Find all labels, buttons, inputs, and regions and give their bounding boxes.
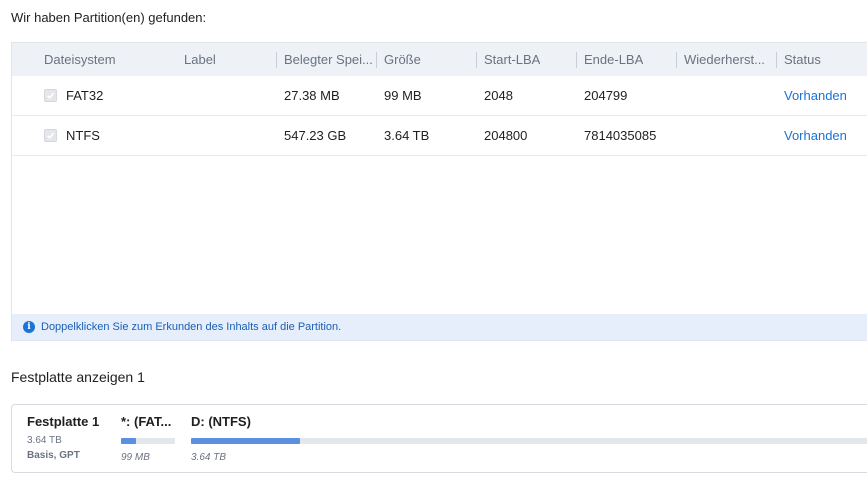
info-bar: i Doppelklicken Sie zum Erkunden des Inh…	[12, 314, 867, 340]
partition-size: 99 MB	[121, 452, 150, 463]
partition-usage-bar	[121, 438, 175, 444]
disk-name: Festplatte 1	[27, 414, 100, 429]
checkmark-icon	[46, 132, 55, 139]
info-text: Doppelklicken Sie zum Erkunden des Inhal…	[41, 321, 342, 333]
page-heading: Wir haben Partition(en) gefunden:	[11, 10, 207, 25]
column-header-label[interactable]: Label	[184, 43, 216, 76]
cell-size: 99 MB	[384, 88, 422, 103]
checkmark-icon	[46, 92, 55, 99]
cell-used-space: 27.38 MB	[284, 88, 340, 103]
column-header-size[interactable]: Größe	[384, 43, 421, 76]
column-separator[interactable]	[776, 52, 777, 68]
cell-start-lba: 2048	[484, 88, 513, 103]
partition-size: 3.64 TB	[191, 452, 227, 463]
row-checkbox[interactable]	[44, 129, 57, 142]
table-row[interactable]: NTFS 547.23 GB 3.64 TB 204800 7814035085…	[12, 116, 867, 156]
row-checkbox[interactable]	[44, 89, 57, 102]
cell-end-lba: 204799	[584, 88, 628, 103]
column-header-status[interactable]: Status	[784, 43, 821, 76]
column-header-used-space[interactable]: Belegter Spei...	[284, 43, 376, 76]
partition-usage-fill	[121, 438, 137, 444]
disk-size: 3.64 TB	[27, 435, 62, 446]
cell-end-lba: 7814035085	[584, 128, 657, 143]
info-icon: i	[23, 321, 35, 333]
table-row[interactable]: FAT32 27.38 MB 99 MB 2048 204799 Vorhand…	[12, 76, 867, 116]
cell-status: Vorhanden	[784, 128, 847, 143]
partition-label: *: (FAT...	[121, 414, 172, 429]
column-separator[interactable]	[676, 52, 677, 68]
column-separator[interactable]	[376, 52, 377, 68]
partition-usage-bar	[191, 438, 867, 444]
cell-filesystem: FAT32	[66, 88, 104, 103]
disk-map: Festplatte 1 3.64 TB Basis, GPT *: (FAT.…	[11, 404, 867, 473]
column-header-recovery[interactable]: Wiederherst...	[684, 43, 776, 76]
partition-table: Dateisystem Label Belegter Spei... Größe…	[11, 42, 867, 341]
column-separator[interactable]	[276, 52, 277, 68]
disk-section-title: Festplatte anzeigen 1	[11, 369, 145, 385]
cell-start-lba: 204800	[484, 128, 528, 143]
column-separator[interactable]	[576, 52, 577, 68]
column-header-start-lba[interactable]: Start-LBA	[484, 43, 540, 76]
partition-label: D: (NTFS)	[191, 414, 251, 429]
cell-used-space: 547.23 GB	[284, 128, 347, 143]
partition-usage-fill	[191, 438, 300, 444]
column-separator[interactable]	[476, 52, 477, 68]
disk-type: Basis, GPT	[27, 450, 80, 461]
cell-size: 3.64 TB	[384, 128, 430, 143]
cell-status: Vorhanden	[784, 88, 847, 103]
cell-filesystem: NTFS	[66, 128, 100, 143]
column-header-end-lba[interactable]: Ende-LBA	[584, 43, 643, 76]
column-header-filesystem[interactable]: Dateisystem	[44, 43, 116, 76]
table-header: Dateisystem Label Belegter Spei... Größe…	[12, 43, 867, 76]
